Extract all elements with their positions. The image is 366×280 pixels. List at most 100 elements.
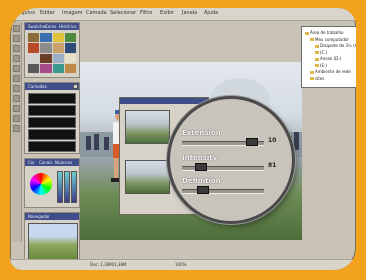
tab-camadas[interactable]: Camadas <box>28 84 47 89</box>
close-icon[interactable] <box>73 84 78 89</box>
folder-icon <box>315 64 319 67</box>
folder-icon <box>310 77 314 80</box>
tree-item[interactable]: sites <box>310 76 324 81</box>
color-swatch[interactable] <box>64 53 76 63</box>
color-swatch[interactable] <box>52 43 64 53</box>
color-swatch[interactable] <box>64 63 76 73</box>
color-panel: Cor Canais Nuances <box>24 158 80 208</box>
slider-track[interactable] <box>182 138 264 146</box>
folder-icon <box>310 70 314 74</box>
slider-track[interactable] <box>182 163 264 171</box>
color-swatch[interactable] <box>28 43 40 53</box>
tab-cor[interactable]: Cor <box>28 160 35 165</box>
tree-item-label: Disquete de 3½ (A:) <box>320 43 356 48</box>
slider-value: 81 <box>268 162 277 169</box>
zoom-tool-icon[interactable] <box>13 125 20 132</box>
color-swatch[interactable] <box>28 33 40 43</box>
color-swatch[interactable] <box>40 43 52 53</box>
status-bar: Doc: 1,38M/1,38M 100% <box>10 259 356 270</box>
lasso-tool-icon[interactable] <box>13 45 20 52</box>
menu-arquivo[interactable]: Arquivo <box>16 10 35 16</box>
layer-row[interactable] <box>28 117 76 128</box>
layers-panel-titlebar[interactable]: Camadas <box>25 83 79 90</box>
menu-imagem[interactable]: Imagem <box>62 10 83 16</box>
eraser-tool-icon[interactable] <box>13 85 20 92</box>
text-tool-icon[interactable] <box>13 105 20 112</box>
tree-item-label: (E:) <box>320 62 327 68</box>
folder-icon <box>305 31 309 35</box>
tree-item-label: Ambiente de rede <box>315 69 351 74</box>
color-swatch[interactable] <box>40 63 52 73</box>
tree-item-label: Área de trabalho <box>310 30 344 35</box>
menu-editar[interactable]: Editar <box>40 10 55 16</box>
marquee-tool-icon[interactable] <box>13 35 20 42</box>
layer-row[interactable] <box>28 93 76 104</box>
layer-row[interactable] <box>28 129 76 140</box>
slider-label: Intensity <box>182 154 218 162</box>
layer-list <box>28 93 76 165</box>
app-screen: Arquivo Editar Imagem Camada Selecionar … <box>10 8 356 270</box>
preview-before <box>125 110 170 144</box>
tab-navegador[interactable]: Navegador <box>28 214 50 219</box>
color-swatch[interactable] <box>52 33 64 43</box>
menu-exibir[interactable]: Exibir <box>160 10 174 16</box>
color-swatch[interactable] <box>40 33 52 43</box>
color-slider[interactable] <box>64 171 70 203</box>
menu-selecionar[interactable]: Selecionar <box>110 10 136 16</box>
folder-icon <box>315 51 319 54</box>
layer-row[interactable] <box>28 105 76 116</box>
tab-cores[interactable]: Cores <box>45 24 56 29</box>
tree-item[interactable]: (C:) <box>315 50 327 55</box>
color-swatch[interactable] <box>64 43 76 53</box>
tree-item-label: Meu computador <box>315 36 349 42</box>
toolbox <box>12 22 22 242</box>
color-slider[interactable] <box>71 171 77 203</box>
swatches-panel-titlebar[interactable]: Swatches Cores Histórico <box>25 23 79 30</box>
tree-item[interactable]: Disquete de 3½ (A:) <box>315 43 356 48</box>
color-wheel[interactable] <box>30 173 52 195</box>
color-swatch[interactable] <box>40 53 52 63</box>
yellow-frame: Arquivo Editar Imagem Camada Selecionar … <box>0 0 366 280</box>
stamp-tool-icon[interactable] <box>13 75 20 82</box>
navigator-panel-titlebar[interactable]: Navegador <box>25 213 79 220</box>
menu-filtro[interactable]: Filtro <box>140 10 152 16</box>
hand-tool-icon[interactable] <box>13 115 20 122</box>
swatch-grid <box>28 33 76 73</box>
slider-handle[interactable] <box>195 163 207 171</box>
tab-historico[interactable]: Histórico <box>59 24 77 29</box>
folder-icon <box>315 57 319 61</box>
gradient-tool-icon[interactable] <box>13 95 20 102</box>
color-swatch[interactable] <box>52 53 64 63</box>
tree-item[interactable]: Área de trabalho <box>305 30 344 35</box>
color-slider[interactable] <box>57 171 63 203</box>
tree-item[interactable]: Meu computador <box>310 37 349 42</box>
move-tool-icon[interactable] <box>13 25 20 32</box>
color-swatch[interactable] <box>64 33 76 43</box>
tree-item[interactable]: (E:) <box>315 63 327 68</box>
slider-handle[interactable] <box>246 138 258 146</box>
tab-canais[interactable]: Canais <box>39 160 52 165</box>
tree-item[interactable]: Anexo (D:) <box>315 56 341 61</box>
slider-handle[interactable] <box>197 186 209 194</box>
dialog-titlebar[interactable] <box>120 98 208 104</box>
layer-row[interactable] <box>28 141 76 152</box>
tree-item-label: sites <box>315 75 325 81</box>
tree-item[interactable]: Ambiente de rede <box>310 69 351 74</box>
status-zoom: 100% <box>175 262 187 267</box>
slider-track[interactable] <box>182 186 264 194</box>
menu-camada[interactable]: Camada <box>86 10 107 16</box>
menu-janela[interactable]: Janela <box>182 10 197 16</box>
color-panel-titlebar[interactable]: Cor Canais Nuances <box>25 159 79 166</box>
tab-nuances[interactable]: Nuances <box>55 160 72 165</box>
brush-tool-icon[interactable] <box>13 65 20 72</box>
folder-icon <box>315 44 319 48</box>
navigator-thumbnail[interactable] <box>28 223 78 260</box>
layers-panel: Camadas <box>24 82 80 154</box>
crop-tool-icon[interactable] <box>13 55 20 62</box>
color-swatch[interactable] <box>28 53 40 63</box>
color-swatch[interactable] <box>28 63 40 73</box>
menu-ajuda[interactable]: Ajuda <box>204 10 218 16</box>
color-swatch[interactable] <box>52 63 64 73</box>
magnifier-callout: Extension 10 Intensity 81 Definition <box>170 99 292 221</box>
slider-label: Extension <box>182 129 221 137</box>
